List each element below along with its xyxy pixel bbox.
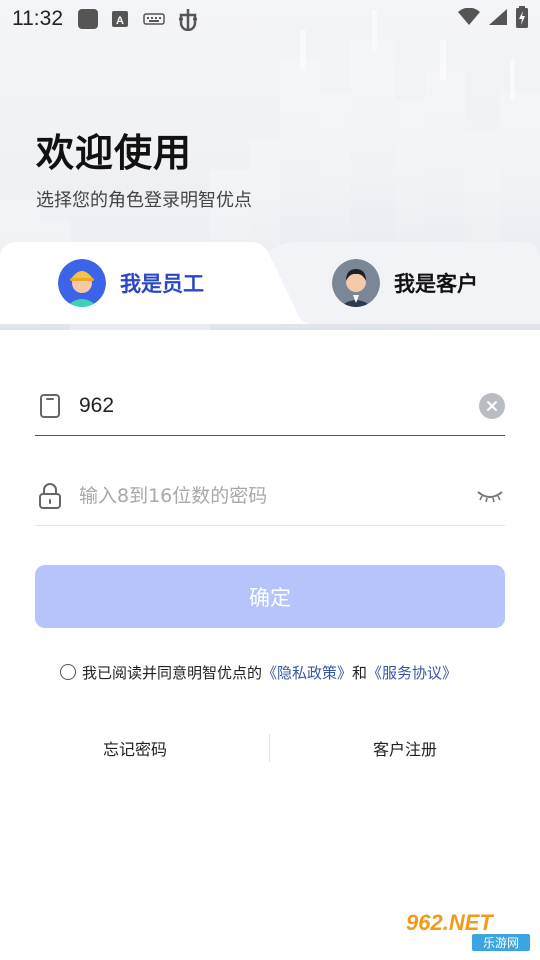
watermark-bottom-text: 乐游网 — [483, 936, 519, 950]
watermark-top-text: 962.NET — [406, 910, 494, 935]
password-field — [35, 466, 505, 526]
customer-register-link[interactable]: 客户注册 — [270, 736, 540, 760]
bug-icon — [177, 7, 199, 31]
wifi-icon — [458, 7, 480, 31]
tab-employee-label: 我是员工 — [120, 272, 204, 296]
signal-icon — [488, 7, 508, 31]
privacy-policy-link[interactable]: 《隐私政策》 — [262, 662, 352, 683]
agreement-row: 我已阅读并同意明智优点的 《隐私政策》 和 《服务协议》 — [60, 660, 457, 684]
agreement-text: 我已阅读并同意明智优点的 — [82, 663, 263, 682]
battery-charging-icon — [516, 5, 528, 33]
password-input[interactable] — [79, 475, 475, 516]
tab-customer[interactable]: 我是客户 — [332, 242, 478, 324]
businessman-avatar — [332, 259, 380, 307]
tab-customer-label: 我是客户 — [394, 272, 478, 296]
confirm-button[interactable]: 确定 — [35, 565, 505, 628]
clear-icon[interactable] — [479, 392, 505, 419]
font-a-icon: A — [111, 9, 131, 29]
lock-icon — [37, 481, 63, 511]
keyboard-icon — [143, 11, 165, 27]
agreement-and: 和 — [352, 663, 368, 682]
page-subtitle: 选择您的角色登录明智优点 — [36, 190, 252, 211]
watermark-logo: 962.NET 乐游网 — [406, 910, 530, 951]
links-divider — [269, 734, 270, 762]
role-tabs: 我是员工 我是客户 — [0, 242, 540, 324]
bottom-links: 忘记密码 客户注册 — [0, 732, 540, 764]
status-time: 11:32 — [12, 7, 63, 30]
status-right-icons — [458, 5, 528, 33]
svg-text:A: A — [116, 15, 124, 27]
eye-closed-icon[interactable] — [475, 486, 505, 506]
page-title: 欢迎使用 — [36, 131, 193, 175]
phone-field — [35, 376, 505, 436]
forgot-password-link[interactable]: 忘记密码 — [0, 736, 270, 760]
phone-icon — [37, 391, 63, 421]
status-bar: 11:32 A — [0, 0, 540, 38]
app-square-icon — [77, 8, 99, 30]
worker-avatar — [58, 259, 106, 307]
phone-input[interactable] — [79, 385, 479, 426]
tab-employee[interactable]: 我是员工 — [58, 242, 204, 324]
agreement-checkbox[interactable] — [60, 664, 76, 680]
service-agreement-link[interactable]: 《服务协议》 — [367, 662, 457, 683]
